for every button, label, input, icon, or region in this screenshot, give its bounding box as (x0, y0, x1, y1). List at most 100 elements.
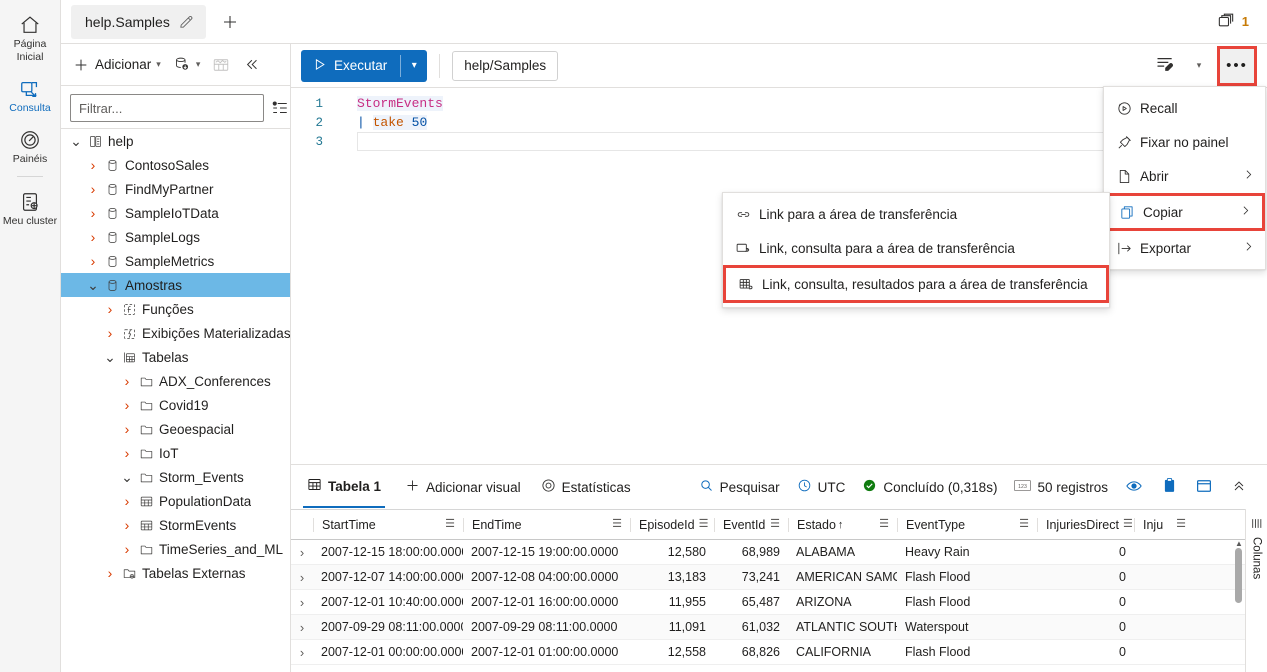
collapse-pane-button[interactable] (237, 50, 265, 80)
row-expand-icon[interactable]: › (291, 545, 313, 560)
table-chart-button[interactable] (207, 50, 235, 80)
menu-item-fixar-no-painel[interactable]: Fixar no painel (1104, 125, 1265, 159)
table-row[interactable]: › 2007-12-15 18:00:00.0000 2007-12-15 19:0… (291, 540, 1267, 565)
timezone-button[interactable]: UTC (790, 472, 853, 502)
tree-item-samplemetrics[interactable]: › SampleMetrics (61, 249, 290, 273)
scroll-up-arrow[interactable]: ▲ (1233, 539, 1245, 548)
column-menu-icon[interactable]: ☰ (1123, 519, 1133, 530)
column-header-inju[interactable]: Inju ☰ (1134, 517, 1194, 532)
chevron-right-icon[interactable]: › (84, 181, 102, 197)
grid-vertical-scrollbar[interactable]: ▲ (1233, 539, 1245, 672)
chevron-right-icon[interactable]: › (101, 565, 119, 581)
new-tab-button[interactable] (214, 6, 246, 38)
menu-item-copiar[interactable]: Copiar (1104, 193, 1265, 231)
row-expand-icon[interactable]: › (291, 570, 313, 585)
row-expand-icon[interactable]: › (291, 620, 313, 635)
pencil-icon[interactable] (178, 13, 196, 31)
row-expand-icon[interactable]: › (291, 645, 313, 660)
column-menu-icon[interactable]: ☰ (445, 519, 455, 530)
chevron-right-icon[interactable]: › (118, 373, 136, 389)
tree-item-samplelogs[interactable]: › SampleLogs (61, 225, 290, 249)
add-button[interactable]: Adicionar ▾ (67, 50, 166, 80)
chevron-right-icon[interactable]: › (101, 325, 119, 341)
tree-item-exibi-es-materializadas[interactable]: › Exibições Materializadas (61, 321, 290, 345)
more-options-button[interactable]: ••• (1217, 45, 1257, 86)
format-query-button[interactable] (1149, 50, 1181, 82)
column-header-eventid[interactable]: EventId ☰ (714, 517, 788, 532)
tree-item-sampleiotdata[interactable]: › SampleIoTData (61, 201, 290, 225)
tree-item-iot[interactable]: › IoT (61, 441, 290, 465)
column-header-injuriesdirect[interactable]: InjuriesDirect ☰ (1037, 517, 1134, 532)
chevron-right-icon[interactable]: › (118, 541, 136, 557)
chevron-right-icon[interactable]: › (118, 493, 136, 509)
tree-item-findmypartner[interactable]: › FindMyPartner (61, 177, 290, 201)
chevron-right-icon[interactable]: › (84, 253, 102, 269)
tree-item-fun-es[interactable]: › Funções (61, 297, 290, 321)
tree-item-tabelas[interactable]: ⌄ Tabelas (61, 345, 290, 369)
chevron-down-icon[interactable]: ⌄ (67, 134, 85, 148)
menu-item-exportar[interactable]: Exportar (1104, 231, 1265, 265)
table-row[interactable]: › 2007-12-01 00:00:00.0000 2007-12-01 01:0… (291, 640, 1267, 665)
submenu-item-link-consulta-para-a-rea-de-tr[interactable]: Link, consulta para a área de transferên… (723, 231, 1109, 265)
chevron-right-icon[interactable]: › (84, 157, 102, 173)
rail-item-dashboards[interactable]: Painéis (0, 121, 61, 172)
database-context-button[interactable]: help/Samples (452, 50, 559, 81)
chevron-right-icon[interactable]: › (84, 205, 102, 221)
connect-cluster-button[interactable]: ▾ (168, 50, 206, 80)
stats-button[interactable]: Estatísticas (535, 472, 637, 502)
column-header-endtime[interactable]: EndTime ☰ (463, 517, 630, 532)
tree-item-amostras[interactable]: ⌄ Amostras (61, 273, 290, 297)
tree-item-tabelas-externas[interactable]: › Tabelas Externas (61, 561, 290, 585)
add-visual-button[interactable]: Adicionar visual (399, 472, 527, 502)
columns-side-tab[interactable]: Colunas (1245, 509, 1267, 672)
table-row[interactable]: › 2007-12-07 14:00:00.0000 2007-12-08 04:0… (291, 565, 1267, 590)
chevron-right-icon[interactable]: › (84, 229, 102, 245)
tree-item-storm-events[interactable]: ⌄ Storm_Events (61, 465, 290, 489)
chevron-right-icon[interactable]: › (118, 421, 136, 437)
chevron-down-icon[interactable]: ⌄ (118, 470, 136, 484)
column-header-estado[interactable]: Estado ↑ ☰ (788, 517, 897, 532)
tree-item-stormevents[interactable]: › StormEvents (61, 513, 290, 537)
expand-window-button[interactable] (1188, 471, 1220, 503)
tab-table-1[interactable]: Tabela 1 (303, 466, 386, 508)
tree-item-covid19[interactable]: › Covid19 (61, 393, 290, 417)
column-menu-icon[interactable]: ☰ (612, 519, 622, 530)
collapse-results-button[interactable] (1223, 471, 1255, 503)
rail-item-my-cluster[interactable]: Meu cluster (0, 183, 61, 234)
copy-windows-icon[interactable] (1216, 10, 1236, 33)
column-menu-icon[interactable]: ☰ (770, 519, 780, 530)
copy-results-button[interactable] (1153, 471, 1185, 503)
tree-item-geoespacial[interactable]: › Geoespacial (61, 417, 290, 441)
column-menu-icon[interactable]: ☰ (1019, 519, 1029, 530)
document-tab[interactable]: help.Samples (71, 4, 206, 39)
column-header-starttime[interactable]: StartTime ☰ (313, 517, 463, 532)
format-options-chevron[interactable]: ▾ (1183, 50, 1215, 82)
submenu-item-link-consulta-resultados-para-[interactable]: Link, consulta, resultados para a área d… (723, 265, 1109, 303)
column-menu-icon[interactable]: ☰ (699, 519, 709, 530)
chevron-right-icon[interactable]: › (101, 301, 119, 317)
chevron-down-icon[interactable]: ⌄ (101, 350, 119, 364)
row-expand-icon[interactable]: › (291, 595, 313, 610)
tree-item-help[interactable]: ⌄ help (61, 129, 290, 153)
chevron-down-icon[interactable]: ⌄ (84, 278, 102, 292)
tree-item-timeseries-and-ml[interactable]: › TimeSeries_and_ML (61, 537, 290, 561)
tree-item-adx-conferences[interactable]: › ADX_Conferences (61, 369, 290, 393)
run-options-chevron[interactable]: ▾ (401, 50, 427, 82)
run-button[interactable]: Executar ▾ (301, 49, 428, 82)
chevron-right-icon[interactable]: › (118, 445, 136, 461)
menu-item-recall[interactable]: Recall (1104, 91, 1265, 125)
table-row[interactable]: › 2007-09-29 08:11:00.0000 2007-09-29 08:1… (291, 615, 1267, 640)
column-menu-icon[interactable]: ☰ (879, 519, 889, 530)
scrollbar-thumb[interactable] (1235, 548, 1242, 603)
chevron-right-icon[interactable]: › (118, 397, 136, 413)
menu-item-abrir[interactable]: Abrir (1104, 159, 1265, 193)
chevron-right-icon[interactable]: › (118, 517, 136, 533)
run-button-main[interactable]: Executar (301, 50, 400, 82)
tree-item-populationdata[interactable]: › PopulationData (61, 489, 290, 513)
filter-input[interactable] (70, 94, 264, 122)
column-header-episodeid[interactable]: EpisodeId ☰ (630, 517, 714, 532)
search-results-button[interactable]: Pesquisar (692, 472, 787, 502)
table-row[interactable]: › 2007-12-01 10:40:00.0000 2007-12-01 16:0… (291, 590, 1267, 615)
rail-item-query[interactable]: Consulta (0, 70, 61, 121)
tree-item-contososales[interactable]: › ContosoSales (61, 153, 290, 177)
